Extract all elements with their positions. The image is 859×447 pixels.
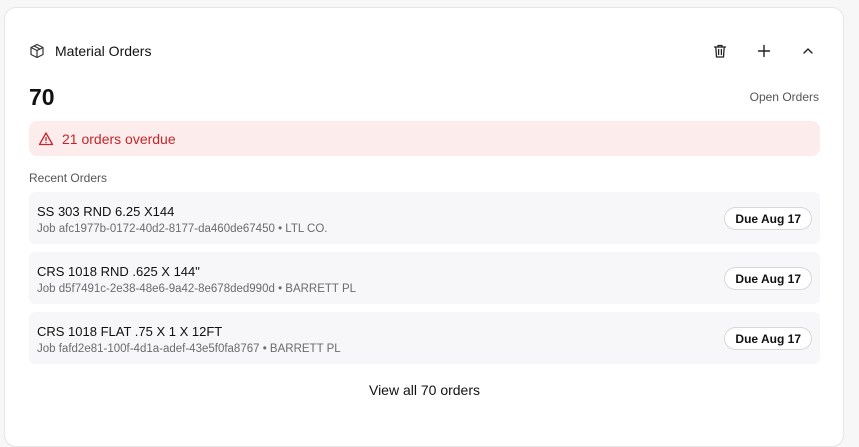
due-date-badge: Due Aug 17	[724, 327, 812, 350]
order-material: CRS 1018 FLAT .75 X 1 X 12FT	[37, 324, 223, 339]
open-orders-label: Open Orders	[749, 90, 819, 104]
material-orders-card: Material Orders 70 Open Orders 21 orders…	[4, 7, 844, 447]
trash-icon[interactable]	[711, 42, 729, 60]
order-job-meta: Job fafd2e81-100f-4d1a-adef-43e5f0fa8767…	[37, 343, 341, 355]
overdue-alert-text: 21 orders overdue	[62, 130, 176, 147]
order-job-meta: Job afc1977b-0172-40d2-8177-da460de67450…	[37, 223, 328, 235]
plus-icon[interactable]	[755, 42, 773, 60]
order-material: SS 303 RND 6.25 X144	[37, 204, 175, 219]
due-date-badge: Due Aug 17	[724, 207, 812, 230]
due-date-badge: Due Aug 17	[724, 267, 812, 290]
recent-orders-label: Recent Orders	[29, 171, 108, 185]
order-material: CRS 1018 RND .625 X 144"	[37, 264, 200, 279]
card-title-group: Material Orders	[29, 43, 711, 59]
order-row[interactable]: CRS 1018 RND .625 X 144" Job d5f7491c-2e…	[29, 252, 820, 304]
header-actions	[711, 42, 817, 60]
card-title: Material Orders	[55, 43, 152, 59]
order-row[interactable]: CRS 1018 FLAT .75 X 1 X 12FT Job fafd2e8…	[29, 312, 820, 364]
view-all-orders-link[interactable]: View all 70 orders	[29, 382, 820, 402]
box-icon	[29, 43, 45, 59]
warning-triangle-icon	[38, 131, 54, 147]
open-orders-summary: 70 Open Orders	[29, 82, 819, 112]
card-header: Material Orders	[29, 40, 819, 62]
order-row[interactable]: SS 303 RND 6.25 X144 Job afc1977b-0172-4…	[29, 192, 820, 244]
chevron-up-icon[interactable]	[799, 42, 817, 60]
recent-orders-list: SS 303 RND 6.25 X144 Job afc1977b-0172-4…	[29, 192, 820, 372]
overdue-alert: 21 orders overdue	[29, 121, 820, 156]
open-orders-count: 70	[29, 83, 55, 110]
order-job-meta: Job d5f7491c-2e38-48e6-9a42-8e678ded990d…	[37, 283, 357, 295]
